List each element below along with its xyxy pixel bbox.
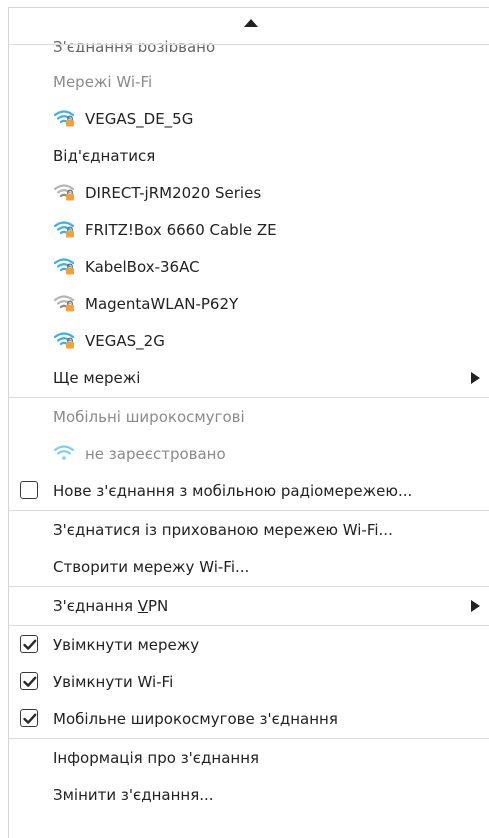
disconnected-status-item: З'єднання розірвано — [53, 38, 216, 52]
wifi-network-item[interactable]: KabelBox-36AC — [9, 248, 489, 285]
wifi-secured-icon — [53, 258, 75, 275]
wifi-secured-icon — [53, 110, 75, 127]
create-wifi-network-item[interactable]: Створити мережу Wi-Fi... — [9, 548, 489, 585]
wifi-network-item[interactable]: FRITZ!Box 6660 Cable ZE — [9, 211, 489, 248]
vpn-connections-submenu[interactable]: З'єднання VPN — [9, 587, 489, 624]
wifi-network-connected[interactable]: VEGAS_DE_5G — [9, 100, 489, 137]
checkmark-icon — [23, 676, 37, 687]
mobile-section-heading: Мобільні широкосмугові — [53, 407, 245, 426]
connect-hidden-network-item[interactable]: З'єднатися із прихованою мережею Wi-Fi..… — [9, 511, 489, 548]
checkbox-checked[interactable] — [20, 709, 38, 727]
connection-info-item[interactable]: Інформація про з'єднання — [9, 739, 489, 776]
submenu-arrow-icon — [471, 372, 480, 384]
enable-mobile-broadband-toggle[interactable]: Мобільне широкосмугове з'єднання — [9, 700, 489, 737]
wifi-network-item[interactable]: DIRECT-jRM2020 Series — [9, 174, 489, 211]
checkbox-checked[interactable] — [20, 635, 38, 653]
checkmark-icon — [23, 639, 37, 650]
new-mobile-connection-checkbox[interactable] — [20, 481, 38, 499]
network-menu: З'єднання розірвано Мережі Wi-Fi VEGAS_D… — [8, 7, 489, 838]
wifi-secured-weak-icon — [53, 295, 75, 312]
edit-connections-item[interactable]: Змінити з'єднання... — [9, 776, 489, 813]
separator — [9, 44, 489, 45]
wifi-secured-weak-icon — [53, 184, 75, 201]
new-mobile-connection-item[interactable]: Нове з'єднання з мобільною радіомережею.… — [9, 472, 489, 509]
wifi-signal-icon — [53, 445, 75, 460]
wifi-network-item[interactable]: MagentaWLAN-P62Y — [9, 285, 489, 322]
enable-networking-toggle[interactable]: Увімкнути мережу — [9, 626, 489, 663]
enable-wifi-toggle[interactable]: Увімкнути Wi-Fi — [9, 663, 489, 700]
checkmark-icon — [23, 713, 37, 724]
submenu-arrow-icon — [471, 600, 480, 612]
wifi-network-item[interactable]: VEGAS_2G — [9, 322, 489, 359]
mobile-status-item: не зареєстровано — [9, 435, 489, 472]
wifi-section-heading: Мережі Wi-Fi — [53, 72, 153, 91]
wifi-secured-icon — [53, 221, 75, 238]
more-networks-submenu[interactable]: Ще мережі — [9, 359, 489, 396]
disconnect-menu-item[interactable]: Від'єднатися — [9, 137, 489, 174]
scroll-up-arrow-icon — [244, 19, 258, 27]
wifi-secured-icon — [53, 332, 75, 349]
checkbox-checked[interactable] — [20, 672, 38, 690]
